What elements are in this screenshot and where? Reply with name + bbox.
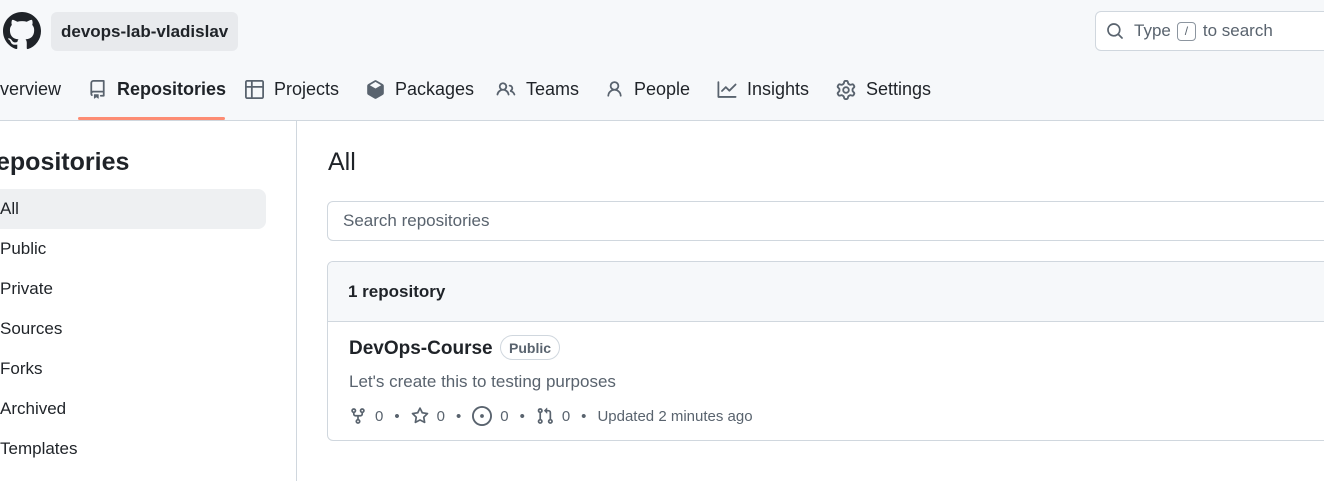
sidebar-item-templates[interactable]: Templates: [0, 429, 266, 469]
tab-insights[interactable]: Insights: [717, 70, 809, 121]
people-icon: [496, 82, 516, 96]
sidebar-item-label: Archived: [0, 399, 67, 418]
repo-name-link[interactable]: DevOps-Course: [349, 338, 493, 360]
pull-request-icon: [537, 407, 553, 424]
tab-overview-label: verview: [0, 79, 62, 99]
fork-icon: [351, 408, 365, 424]
tab-projects[interactable]: Projects: [245, 70, 339, 121]
person-icon: [607, 81, 622, 97]
sidebar-item-public[interactable]: Public: [0, 229, 266, 269]
pulls-count[interactable]: 0: [536, 407, 570, 425]
sidebar-item-forks[interactable]: Forks: [0, 349, 266, 389]
active-tab-indicator: [78, 117, 225, 120]
sidebar-item-label: Public: [0, 239, 47, 258]
sidebar-item-label: All: [0, 199, 19, 218]
forks-count[interactable]: 0: [349, 407, 383, 425]
table-icon: [245, 80, 264, 99]
separator-dot: •: [581, 407, 587, 425]
package-icon: [367, 80, 384, 99]
stars-value: 0: [436, 407, 445, 425]
separator-dot: •: [455, 407, 462, 425]
tab-teams[interactable]: Teams: [496, 70, 579, 121]
repo-description: Let's create this to testing purposes: [349, 372, 616, 391]
sidebar-item-private[interactable]: Private: [0, 269, 266, 309]
page-title: All: [328, 148, 356, 176]
org-name-button[interactable]: devops-lab-vladislav: [51, 12, 239, 51]
repo-filter-sidebar: epositories All Public Private Sources F…: [0, 121, 297, 481]
sidebar-item-archived[interactable]: Archived: [0, 389, 266, 429]
sidebar-item-label: Private: [0, 279, 53, 298]
repo-count: 1 repository: [348, 281, 446, 301]
repo-count-header: 1 repository: [328, 262, 1324, 322]
search-shortcut-key: /: [1176, 21, 1196, 41]
tab-insights-label: Insights: [747, 79, 810, 99]
sidebar-item-label: Sources: [0, 319, 63, 338]
list-item: DevOps-Course Public Let's create this t…: [328, 322, 1324, 440]
tab-repositories[interactable]: Repositories: [88, 70, 226, 121]
repo-search-input[interactable]: Search repositories: [327, 201, 1324, 241]
gear-icon: [836, 80, 856, 100]
tab-projects-label: Projects: [274, 79, 340, 99]
sidebar-item-label: Templates: [0, 439, 78, 458]
repo-list: 1 repository DevOps-Course Public Let's …: [327, 261, 1324, 441]
tab-teams-label: Teams: [526, 79, 580, 99]
graph-icon: [717, 81, 737, 98]
org-header: devops-lab-vladislav Type / to search ve…: [0, 0, 1324, 121]
search-icon: [1107, 23, 1123, 39]
repo-meta: 0 • 0 • 0 • 0 • Updated 2 minutes ago: [349, 406, 753, 426]
tab-packages-label: Packages: [395, 79, 475, 99]
tab-people[interactable]: People: [605, 70, 690, 121]
tab-settings[interactable]: Settings: [836, 70, 931, 121]
sidebar-item-all[interactable]: All: [0, 189, 266, 229]
tab-repositories-label: Repositories: [117, 79, 227, 99]
issue-icon: [472, 406, 493, 426]
tab-packages[interactable]: Packages: [366, 70, 474, 121]
forks-value: 0: [375, 407, 384, 425]
sidebar-item-label: Forks: [0, 359, 43, 378]
star-icon: [411, 407, 428, 424]
sidebar-item-sources[interactable]: Sources: [0, 309, 266, 349]
visibility-badge: Public: [500, 335, 561, 360]
search-suffix: to search: [1202, 21, 1273, 40]
github-logo-icon[interactable]: [3, 12, 41, 50]
updated-timestamp: Updated 2 minutes ago: [597, 407, 753, 425]
repo-icon: [90, 80, 105, 99]
separator-dot: •: [519, 407, 525, 425]
search-label: Type: [1134, 21, 1171, 40]
repo-search-placeholder: Search repositories: [343, 211, 490, 230]
sidebar-title: epositories: [0, 148, 130, 176]
separator-dot: •: [394, 407, 400, 425]
org-name: devops-lab-vladislav: [61, 21, 229, 41]
tab-people-label: People: [634, 79, 691, 99]
pulls-value: 0: [561, 407, 571, 425]
tab-settings-label: Settings: [866, 79, 932, 99]
global-search-input[interactable]: Type / to search: [1095, 11, 1324, 51]
tab-overview[interactable]: verview: [0, 70, 61, 121]
issues-count[interactable]: 0: [472, 406, 509, 426]
issues-value: 0: [500, 407, 509, 425]
stars-count[interactable]: 0: [411, 407, 445, 425]
